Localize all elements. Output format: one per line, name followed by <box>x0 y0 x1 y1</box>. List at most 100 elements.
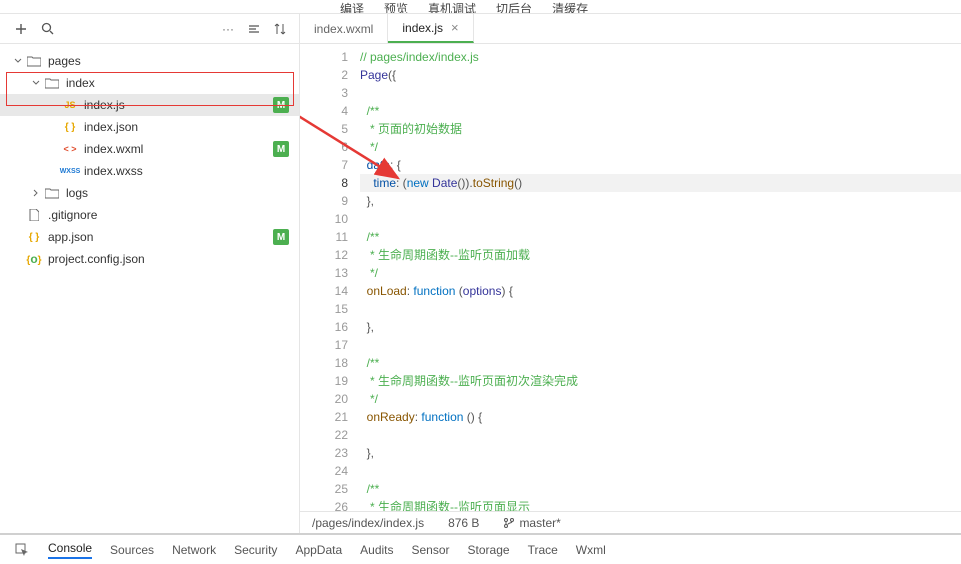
line-number: 13 <box>300 264 348 282</box>
inspect-icon[interactable] <box>14 542 30 558</box>
devtools-network[interactable]: Network <box>172 543 216 557</box>
status-bar: /pages/index/index.js 876 B master* <box>300 511 961 533</box>
tree-item-index-json[interactable]: { }index.json <box>0 116 299 138</box>
line-number: 14 <box>300 282 348 300</box>
code-line[interactable] <box>360 426 961 444</box>
devtools-wxml[interactable]: Wxml <box>576 543 606 557</box>
code-line[interactable]: * 生命周期函数--监听页面初次渲染完成 <box>360 372 961 390</box>
tree-item-app-json[interactable]: { }app.jsonM <box>0 226 299 248</box>
code-line[interactable]: * 生命周期函数--监听页面加载 <box>360 246 961 264</box>
code-line[interactable]: time: (new Date()).toString() <box>360 174 961 192</box>
code-line[interactable] <box>360 210 961 228</box>
search-icon[interactable] <box>40 22 54 36</box>
devtools-sensor[interactable]: Sensor <box>412 543 450 557</box>
add-icon[interactable] <box>14 22 28 36</box>
line-number: 10 <box>300 210 348 228</box>
tree-item-label: index <box>66 76 289 90</box>
modified-badge: M <box>273 229 289 245</box>
code-line[interactable]: }, <box>360 318 961 336</box>
menu-preview[interactable]: 预览 <box>384 0 408 14</box>
code-line[interactable]: onLoad: function (options) { <box>360 282 961 300</box>
code-line[interactable]: onReady: function () { <box>360 408 961 426</box>
file-type-icon: < > <box>62 142 78 156</box>
file-type-icon <box>26 208 42 222</box>
tree-item-index-wxml[interactable]: < >index.wxmlM <box>0 138 299 160</box>
tree-item-label: index.js <box>84 98 273 112</box>
code-line[interactable]: /** <box>360 354 961 372</box>
sort-icon[interactable] <box>273 22 287 36</box>
more-icon[interactable]: ··· <box>221 22 235 36</box>
devtools-storage[interactable]: Storage <box>468 543 510 557</box>
line-number: 6 <box>300 138 348 156</box>
tree-item-label: index.wxml <box>84 142 273 156</box>
tree-item--gitignore[interactable]: .gitignore <box>0 204 299 226</box>
code-line[interactable]: */ <box>360 390 961 408</box>
menu-compile[interactable]: 编译 <box>340 0 364 14</box>
code-line[interactable]: }, <box>360 444 961 462</box>
devtools-trace[interactable]: Trace <box>528 543 558 557</box>
tab-index-wxml[interactable]: index.wxml <box>300 14 388 43</box>
tree-item-index-wxss[interactable]: WXSS index.wxss <box>0 160 299 182</box>
status-branch[interactable]: master* <box>503 516 560 530</box>
line-number: 22 <box>300 426 348 444</box>
close-icon[interactable]: × <box>451 20 459 35</box>
line-number: 7 <box>300 156 348 174</box>
code-line[interactable]: // pages/index/index.js <box>360 48 961 66</box>
code-line[interactable]: /** <box>360 480 961 498</box>
chevron-icon <box>30 77 42 89</box>
devtools-console[interactable]: Console <box>48 541 92 559</box>
tab-label: index.wxml <box>314 22 373 36</box>
status-size: 876 B <box>448 516 479 530</box>
line-number: 11 <box>300 228 348 246</box>
code-line[interactable]: /** <box>360 228 961 246</box>
line-number: 5 <box>300 120 348 138</box>
status-path: /pages/index/index.js <box>312 516 424 530</box>
tree-item-label: app.json <box>48 230 273 244</box>
code-line[interactable]: */ <box>360 264 961 282</box>
code-line[interactable]: * 页面的初始数据 <box>360 120 961 138</box>
code-line[interactable] <box>360 300 961 318</box>
editor-body: 1234567891011121314151617181920212223242… <box>300 44 961 511</box>
sidebar-toolbar: ··· <box>0 14 299 44</box>
code-line[interactable] <box>360 462 961 480</box>
code-line[interactable]: /** <box>360 102 961 120</box>
file-type-icon <box>44 186 60 200</box>
line-number: 20 <box>300 390 348 408</box>
tree-item-index-js[interactable]: JSindex.jsM <box>0 94 299 116</box>
line-number: 16 <box>300 318 348 336</box>
devtools-security[interactable]: Security <box>234 543 277 557</box>
code-line[interactable] <box>360 336 961 354</box>
code-line[interactable]: }, <box>360 192 961 210</box>
tree-item-label: index.wxss <box>84 164 289 178</box>
chevron-icon <box>48 121 60 133</box>
tree-item-pages[interactable]: pages <box>0 50 299 72</box>
devtools-audits[interactable]: Audits <box>360 543 393 557</box>
code-line[interactable]: data: { <box>360 156 961 174</box>
chevron-icon <box>12 209 24 221</box>
tree-item-index[interactable]: index <box>0 72 299 94</box>
tree-item-project-config-json[interactable]: {o}project.config.json <box>0 248 299 270</box>
code-line[interactable]: */ <box>360 138 961 156</box>
tree-item-label: project.config.json <box>48 252 289 266</box>
editor-area: index.wxmlindex.js× 12345678910111213141… <box>300 14 961 533</box>
code-area[interactable]: // pages/index/index.jsPage({ /** * 页面的初… <box>360 44 961 511</box>
menu-clearcache[interactable]: 清缓存 <box>552 0 588 14</box>
code-line[interactable]: * 生命周期函数--监听页面显示 <box>360 498 961 511</box>
file-tree[interactable]: pages index JSindex.jsM{ }index.json < > ind… <box>0 44 299 533</box>
collapse-icon[interactable] <box>247 22 261 36</box>
devtools-appdata[interactable]: AppData <box>295 543 342 557</box>
tab-index-js[interactable]: index.js× <box>388 14 473 43</box>
line-number: 26 <box>300 498 348 511</box>
main-area: ··· pages index JSindex.jsM{ }index.json < … <box>0 14 961 534</box>
menu-background[interactable]: 切后台 <box>496 0 532 14</box>
tree-item-logs[interactable]: logs <box>0 182 299 204</box>
line-number: 9 <box>300 192 348 210</box>
chevron-icon <box>30 187 42 199</box>
code-line[interactable] <box>360 84 961 102</box>
chevron-icon <box>12 55 24 67</box>
tree-item-label: pages <box>48 54 289 68</box>
devtools-sources[interactable]: Sources <box>110 543 154 557</box>
file-type-icon: WXSS <box>62 164 78 178</box>
menu-debug[interactable]: 真机调试 <box>428 0 476 14</box>
code-line[interactable]: Page({ <box>360 66 961 84</box>
